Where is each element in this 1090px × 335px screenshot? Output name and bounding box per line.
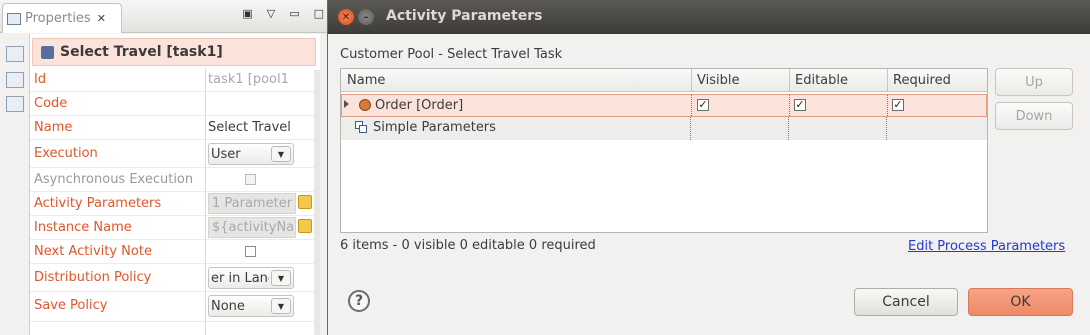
column-header-name[interactable]: Name [347,73,385,88]
help-icon[interactable]: ? [348,290,370,312]
async-checkbox[interactable] [245,174,256,185]
grid-line [886,117,887,140]
grid-line [788,117,789,140]
form-title-text: Select Travel [task1] [60,44,223,60]
property-row-save-policy: Save Policy None ▼ [30,292,320,322]
grid-line [690,117,691,140]
table-row[interactable]: Order [Order] ✓ ✓ ✓ [341,94,987,118]
column-header-editable[interactable]: Editable [795,73,848,88]
property-row-next-activity-note: Next Activity Note [30,240,320,264]
chevron-down-icon[interactable]: ▼ [271,298,291,314]
table-row[interactable]: Simple Parameters [341,117,987,140]
property-row-name[interactable]: Name Select Travel [30,116,320,140]
property-key: Distribution Policy [34,270,152,285]
property-row-id: Id task1 [pool1 [30,68,320,92]
expand-arrow-icon[interactable] [344,100,349,108]
distribution-policy-combo[interactable]: er in Lane ▼ [208,267,294,289]
property-row-async: Asynchronous Execution [30,168,320,192]
properties-tab[interactable]: Properties ✕ [2,3,122,33]
activity-parameters-dialog: ✕ – Activity Parameters Customer Pool - … [327,0,1090,335]
edit-icon[interactable] [298,219,312,233]
property-row-execution: Execution User ▼ [30,140,320,168]
execution-combo[interactable]: User ▼ [208,143,294,165]
minimize-icon[interactable]: ▭ [289,7,299,20]
next-activity-note-checkbox[interactable] [245,246,256,257]
editable-checkbox[interactable]: ✓ [794,99,806,111]
column-separator [789,69,790,92]
combo-value: None [211,299,245,314]
instance-name-field: ${activityNam [208,217,296,238]
edit-process-parameters-link[interactable]: Edit Process Parameters [908,239,1065,254]
property-row-instance-name: Instance Name ${activityNam [30,216,320,240]
simple-parameters-icon [355,121,368,134]
grid-line [789,95,790,118]
properties-tabbar: Properties ✕ ▣ ▽ ▭ □ [0,0,330,33]
property-row-activity-parameters: Activity Parameters 1 Parameter [30,192,320,216]
dialog-title: Activity Parameters [386,8,543,24]
grid-line [887,95,888,118]
activity-parameters-field: 1 Parameter [208,193,296,214]
dialog-subtitle: Customer Pool - Select Travel Task [340,47,563,62]
property-key: Save Policy [34,298,108,313]
property-value: task1 [pool1 [208,72,289,87]
properties-icon [7,12,21,25]
appearance-tab-icon[interactable] [6,96,24,112]
property-key: Id [34,72,47,87]
properties-scrollbar[interactable] [314,70,320,335]
row-name: Order [Order] [375,98,464,113]
status-summary: 6 items - 0 visible 0 editable 0 require… [340,238,596,253]
edit-icon[interactable] [298,195,312,209]
table-header: Name Visible Editable Required [341,69,987,92]
dialog-titlebar: ✕ – Activity Parameters [328,0,1090,34]
property-rows: Id task1 [pool1 Code Name Select Travel … [30,68,320,322]
cancel-button[interactable]: Cancel [854,288,958,316]
property-value[interactable]: Select Travel [208,120,294,135]
property-key: Activity Parameters [34,196,162,211]
close-window-icon[interactable]: ✕ [338,9,354,25]
grid-line [691,95,692,118]
view-menu-icon[interactable]: ▽ [267,7,275,20]
properties-view: Properties ✕ ▣ ▽ ▭ □ Select Travel [task… [0,0,330,335]
tools-tab-icon[interactable] [6,72,24,88]
combo-value: er in Lane [211,271,269,286]
column-header-required[interactable]: Required [893,73,951,88]
ok-button[interactable]: OK [968,288,1073,316]
task-icon [41,45,54,59]
chevron-down-icon[interactable]: ▼ [271,270,291,286]
property-key: Instance Name [34,220,132,235]
form-title: Select Travel [task1] [32,38,316,66]
up-button[interactable]: Up [995,68,1073,96]
combo-value: User [211,147,241,162]
minimize-window-icon[interactable]: – [358,9,374,25]
column-header-visible[interactable]: Visible [697,73,739,88]
close-tab-icon[interactable]: ✕ [97,12,106,25]
down-button[interactable]: Down [995,102,1073,130]
parameters-table: Name Visible Editable Required Order [Or… [340,68,988,233]
maximize-icon[interactable]: □ [314,7,324,20]
save-policy-combo[interactable]: None ▼ [208,295,294,317]
properties-side-tabs [0,34,30,335]
general-tab-icon[interactable] [6,46,24,62]
property-row-distribution-policy: Distribution Policy er in Lane ▼ [30,264,320,292]
properties-form: Select Travel [task1] Id task1 [pool1 Co… [30,34,320,335]
view-toolbar: ▣ ▽ ▭ □ [242,7,324,20]
property-row-code[interactable]: Code [30,92,320,116]
property-key: Name [34,120,73,135]
property-key: Asynchronous Execution [34,172,194,187]
row-name: Simple Parameters [373,120,496,135]
required-checkbox[interactable]: ✓ [892,99,904,111]
property-key: Execution [34,146,98,161]
parameter-icon [359,99,371,111]
column-separator [691,69,692,92]
chevron-down-icon[interactable]: ▼ [271,146,291,162]
property-key: Code [34,96,68,111]
pin-icon[interactable]: ▣ [242,7,252,20]
visible-checkbox[interactable]: ✓ [697,99,709,111]
properties-tab-label: Properties [25,11,91,26]
column-separator [887,69,888,92]
property-key: Next Activity Note [34,244,152,259]
